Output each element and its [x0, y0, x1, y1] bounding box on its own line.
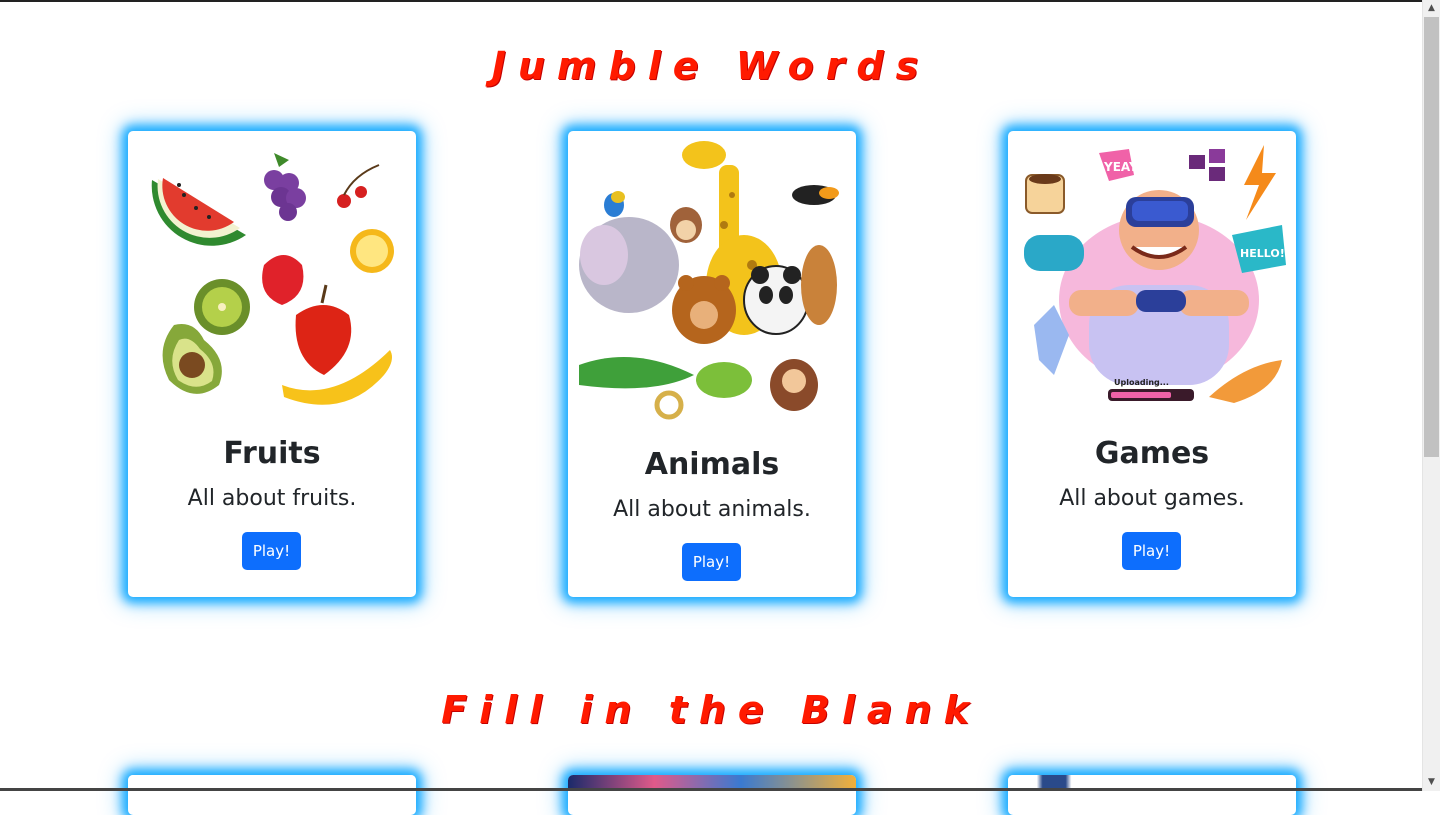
card-partial-2: [568, 775, 856, 815]
uploading-text: Uploading...: [1114, 378, 1169, 387]
card-title: Fruits: [223, 436, 321, 471]
vertical-scrollbar[interactable]: ▲ ▼: [1422, 0, 1440, 791]
card-image-partial: [568, 775, 856, 789]
section-title-jumble-words: Jumble Words: [491, 44, 931, 88]
card-animals: Animals All about animals. Play!: [568, 131, 856, 597]
card-games: YEAY! HELLO! Uploading... Games All abou…: [1008, 131, 1296, 597]
play-animals-button[interactable]: Play!: [682, 543, 741, 581]
hello-text: HELLO!: [1240, 247, 1285, 260]
play-games-button[interactable]: Play!: [1122, 532, 1181, 570]
card-partial-1: [128, 775, 416, 815]
play-fruits-button[interactable]: Play!: [242, 532, 301, 570]
gamer-illustration: YEAY! HELLO! Uploading...: [1024, 145, 1286, 403]
section-title-fill-in-the-blank: Fill in the Blank: [441, 688, 981, 732]
card-image-partial: [1008, 775, 1296, 789]
animals-illustration: [579, 141, 839, 420]
card-description: All about animals.: [613, 497, 811, 522]
scroll-down-arrow-icon[interactable]: ▼: [1423, 774, 1440, 791]
card-description: All about fruits.: [187, 486, 357, 511]
yeay-text: YEAY!: [1103, 160, 1143, 174]
fruits-illustration: [151, 153, 394, 405]
card-fruits: Fruits All about fruits. Play!: [128, 131, 416, 597]
window-top-border: [0, 0, 1440, 2]
card-title: Animals: [644, 447, 780, 482]
card-partial-3: [1008, 775, 1296, 815]
card-title: Games: [1094, 436, 1210, 471]
card-image-partial: [128, 775, 416, 789]
card-description: All about games.: [1059, 486, 1245, 511]
scroll-up-arrow-icon[interactable]: ▲: [1423, 0, 1440, 17]
scrollbar-thumb[interactable]: [1424, 17, 1439, 457]
